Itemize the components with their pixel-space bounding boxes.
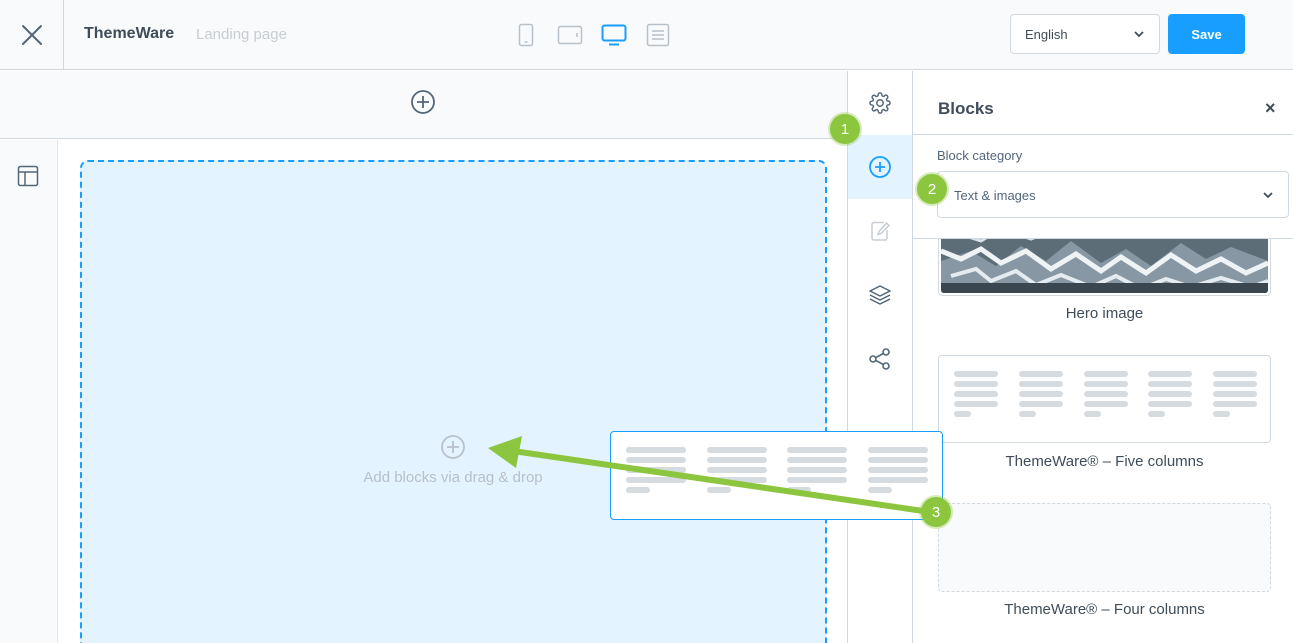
layout-icon bbox=[17, 165, 39, 187]
close-icon bbox=[21, 25, 42, 45]
gear-icon bbox=[869, 92, 891, 114]
dropzone-hint: Add blocks via drag & drop bbox=[363, 469, 543, 486]
sidebar-close-button[interactable]: × bbox=[1265, 98, 1276, 119]
save-button[interactable]: Save bbox=[1168, 14, 1245, 54]
language-value: English bbox=[1025, 27, 1068, 42]
close-editor-button[interactable] bbox=[0, 0, 64, 70]
desktop-icon bbox=[601, 24, 627, 46]
block-category-select[interactable]: Text & images bbox=[937, 171, 1289, 218]
block-card-four-columns[interactable] bbox=[938, 503, 1271, 592]
dragged-block-preview[interactable] bbox=[610, 431, 943, 520]
section-settings-rail bbox=[0, 140, 58, 643]
section-layout-button[interactable] bbox=[17, 165, 39, 192]
sidebar-title: Blocks bbox=[938, 99, 994, 118]
mobile-view-button[interactable] bbox=[513, 22, 539, 48]
block-dropzone[interactable] bbox=[80, 160, 827, 643]
block-category-value: Text & images bbox=[954, 188, 1036, 203]
block-category-label: Block category bbox=[937, 148, 1023, 163]
document-icon bbox=[646, 23, 670, 47]
callout-badge-2: 2 bbox=[917, 174, 947, 204]
mobile-icon bbox=[518, 23, 534, 47]
callout-badge-1: 1 bbox=[830, 114, 860, 144]
four-columns-preview bbox=[626, 447, 928, 497]
top-bar: ThemeWare Landing page English Save bbox=[0, 0, 1293, 70]
layers-tab[interactable] bbox=[848, 263, 912, 327]
blocks-sidebar: Blocks × Hero image ThemeWare® – Five co… bbox=[913, 71, 1293, 643]
edit-icon bbox=[871, 221, 891, 241]
layers-icon bbox=[869, 285, 891, 305]
block-category-area: Block category Text & images bbox=[913, 135, 1293, 239]
share-icon bbox=[869, 348, 890, 370]
add-block-button[interactable] bbox=[440, 434, 466, 465]
language-select[interactable]: English bbox=[1010, 14, 1160, 54]
page-name: Landing page bbox=[196, 26, 287, 43]
edit-tab[interactable] bbox=[848, 199, 912, 263]
plus-circle-icon bbox=[441, 435, 465, 459]
block-card-five-columns[interactable] bbox=[938, 355, 1271, 443]
tablet-view-button[interactable] bbox=[557, 22, 583, 48]
app-title: ThemeWare bbox=[84, 25, 175, 42]
list-view-button[interactable] bbox=[645, 22, 671, 48]
plus-circle-icon bbox=[869, 156, 891, 178]
share-tab[interactable] bbox=[848, 327, 912, 391]
block-label-four-columns: ThemeWare® – Four columns bbox=[1004, 601, 1205, 618]
sidebar-icon-rail bbox=[847, 71, 913, 643]
block-label-five-columns: ThemeWare® – Five columns bbox=[1005, 453, 1204, 470]
chevron-down-icon bbox=[1263, 192, 1273, 199]
desktop-view-button[interactable] bbox=[601, 22, 627, 48]
chevron-down-icon bbox=[1134, 31, 1144, 38]
five-columns-preview bbox=[954, 371, 1257, 421]
blocks-tab[interactable] bbox=[848, 135, 912, 199]
plus-circle-icon bbox=[411, 90, 435, 114]
tablet-icon bbox=[557, 25, 583, 45]
callout-badge-3: 3 bbox=[921, 497, 951, 527]
add-section-button[interactable] bbox=[410, 89, 436, 120]
block-label-hero-image: Hero image bbox=[1065, 305, 1144, 322]
